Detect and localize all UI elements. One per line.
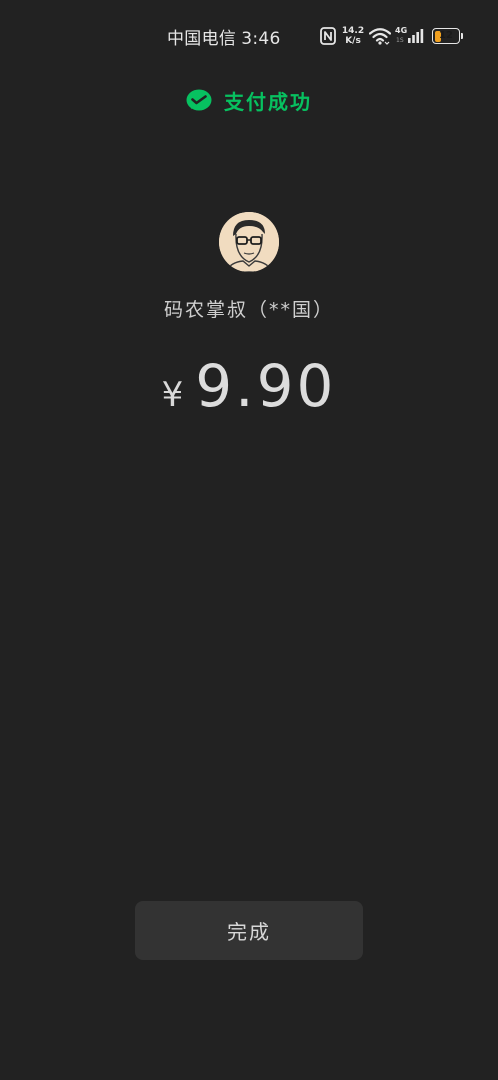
- payment-success-text: 支付成功: [224, 90, 312, 114]
- carrier-name: 中国电信: [167, 29, 237, 49]
- status-icons: 14.2 K/s 4G 1S 12: [320, 24, 463, 48]
- wifi-icon: [369, 27, 391, 45]
- battery-cap: [461, 33, 463, 39]
- network-generation: 4G: [395, 26, 408, 35]
- payment-success-header: 支付成功: [0, 86, 498, 115]
- currency-symbol: ¥: [161, 375, 184, 415]
- wechat-pay-check-icon: [186, 89, 212, 113]
- network-speed-value: 14.2: [341, 26, 365, 36]
- amount-value: 9.90: [195, 352, 337, 420]
- sim-slot-label: 1S: [396, 37, 404, 44]
- done-button[interactable]: 完成: [135, 901, 363, 960]
- battery-level: 12: [439, 30, 453, 41]
- payment-amount: ¥ 9.90: [0, 352, 498, 420]
- clock-time: 3:46: [241, 29, 281, 49]
- carrier-time: 中国电信 3:46: [167, 24, 286, 49]
- signal-icon: [407, 27, 425, 45]
- payee-avatar: [219, 212, 279, 272]
- battery-icon: 12: [432, 28, 460, 44]
- network-type: 4G 1S: [395, 25, 407, 47]
- network-speed: 14.2 K/s: [342, 26, 364, 46]
- nfc-icon: [320, 27, 336, 45]
- status-bar: 中国电信 3:46 14.2 K/s 4G 1S 12: [0, 0, 498, 72]
- network-speed-unit: K/s: [345, 36, 361, 46]
- payee-name: 码农掌叔（**国）: [163, 299, 334, 321]
